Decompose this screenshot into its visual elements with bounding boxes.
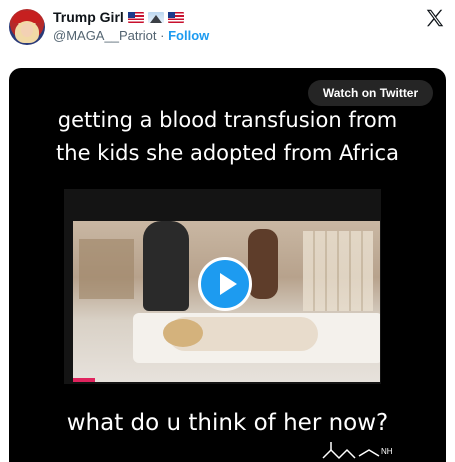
tweet-header: Trump Girl @MAGA__Patriot · Follow: [0, 0, 455, 60]
frame-person-standing: [143, 221, 189, 311]
molecule-graphic-icon: NH: [322, 442, 393, 460]
mountain-icon: [147, 11, 164, 23]
frame-patient-hair: [163, 319, 203, 347]
caption-line-1: getting a blood transfusion from: [57, 108, 398, 132]
avatar[interactable]: [9, 9, 45, 45]
video-embed[interactable]: Watch on Twitter getting a blood transfu…: [9, 68, 446, 462]
video-caption-top: getting a blood transfusion from the kid…: [9, 104, 446, 170]
video-caption-bottom: what do u think of her now?: [66, 410, 389, 436]
video-progress-indicator: [73, 378, 95, 382]
display-name[interactable]: Trump Girl: [53, 9, 124, 25]
us-flag-icon: [127, 11, 144, 23]
molecule-label: NH: [381, 447, 393, 456]
frame-window: [303, 231, 373, 311]
us-flag-icon: [167, 11, 184, 23]
separator-dot: ·: [160, 28, 165, 43]
handle[interactable]: @MAGA__Patriot: [53, 28, 157, 43]
handle-row: @MAGA__Patriot · Follow: [53, 28, 209, 43]
frame-person-background: [248, 229, 278, 299]
caption-line-2: the kids she adopted from Africa: [56, 141, 399, 165]
watch-on-twitter-button[interactable]: Watch on Twitter: [308, 80, 433, 106]
play-button[interactable]: [198, 257, 252, 311]
play-icon: [220, 273, 237, 295]
follow-button[interactable]: Follow: [168, 28, 209, 43]
frame-shelf: [79, 239, 134, 299]
name-row: Trump Girl: [53, 9, 184, 25]
avatar-face: [21, 23, 33, 37]
x-logo-icon[interactable]: [424, 7, 446, 29]
